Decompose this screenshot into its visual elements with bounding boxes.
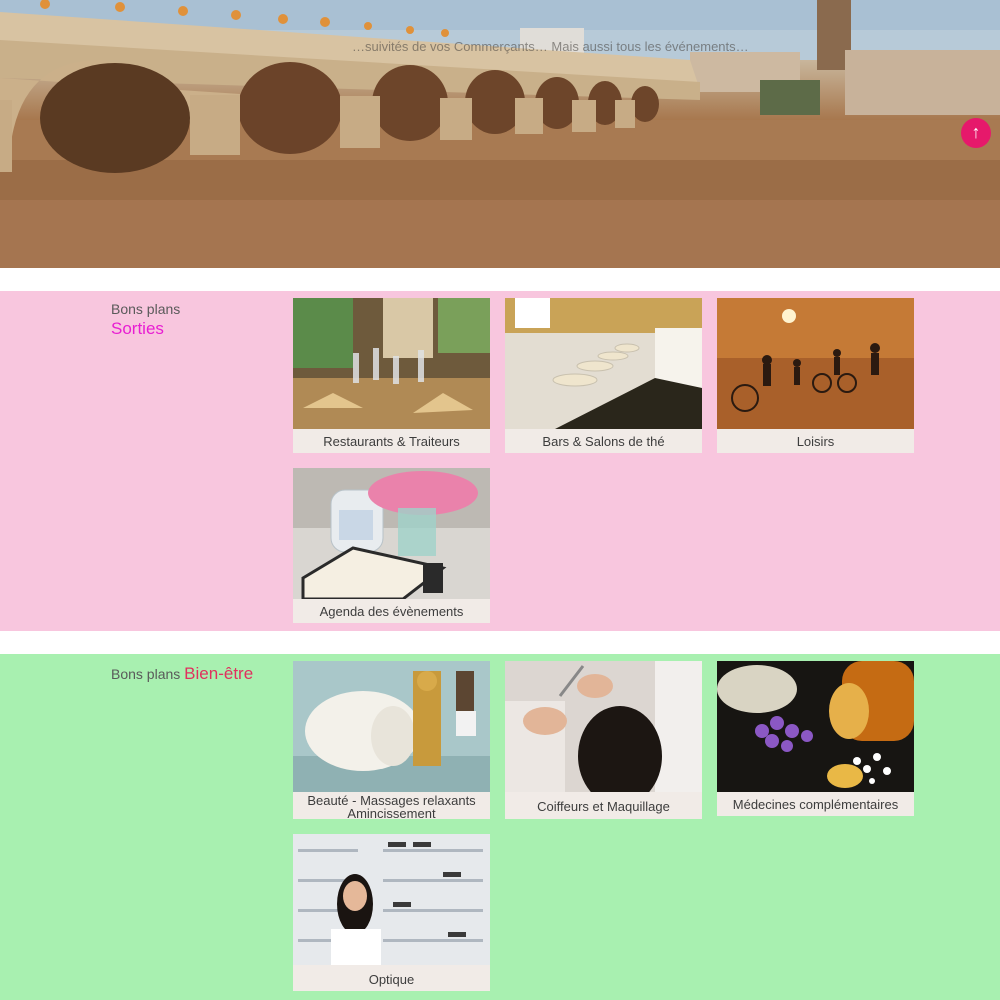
- section-heading: Bons plans Bien-être: [111, 664, 253, 684]
- medicine-image: [717, 661, 914, 792]
- arrow-up-icon: ↑: [971, 122, 981, 142]
- restaurant-image: [293, 298, 490, 429]
- tile-medecines[interactable]: Médecines complémentaires: [717, 661, 914, 816]
- scroll-to-top-button[interactable]: ↑: [961, 118, 991, 148]
- tile-bars[interactable]: Bars & Salons de thé: [505, 298, 702, 453]
- spa-image: [293, 661, 490, 792]
- section-title: Bien-être: [184, 664, 254, 683]
- tile-beaute[interactable]: Beauté - Massages relaxants Amincissemen…: [293, 661, 490, 819]
- section-sorties: Bons plans Sorties Restaurants & Traiteu…: [0, 291, 1000, 631]
- tile-label: Médecines complémentaires: [732, 797, 899, 812]
- tile-label: Bars & Salons de thé: [542, 434, 665, 449]
- tile-optique[interactable]: Optique: [293, 834, 490, 991]
- hairdresser-image: [505, 661, 702, 792]
- tile-label: Coiffeurs et Maquillage: [537, 799, 670, 814]
- tile-agenda[interactable]: Agenda des évènements: [293, 468, 490, 623]
- tile-label: Loisirs: [796, 434, 835, 449]
- section-bien-etre: Bons plans Bien-être Beauté - Massages r…: [0, 654, 1000, 1000]
- tile-restaurants[interactable]: Restaurants & Traiteurs: [293, 298, 490, 453]
- hero-text: …suivités de vos Commerçants… Mais aussi…: [352, 39, 749, 54]
- tile-loisirs[interactable]: Loisirs: [717, 298, 914, 453]
- hero-banner: …suivités de vos Commerçants… Mais aussi…: [0, 0, 1000, 268]
- tile-label: Agenda des évènements: [319, 604, 464, 619]
- agenda-image: [293, 468, 490, 599]
- section-prefix: Bons plans: [111, 666, 181, 682]
- tile-coiffeurs[interactable]: Coiffeurs et Maquillage: [505, 661, 702, 819]
- section-prefix: Bons plans: [111, 301, 181, 317]
- bar-image: [505, 298, 702, 429]
- tile-label: Restaurants & Traiteurs: [323, 434, 460, 449]
- tile-label: Beauté - Massages relaxants Amincissemen…: [307, 793, 476, 819]
- section-title: Sorties: [111, 319, 164, 338]
- section-heading: Bons plans Sorties: [111, 301, 180, 339]
- optician-image: [293, 834, 490, 965]
- tile-label: Optique: [368, 972, 415, 987]
- leisure-image: [717, 298, 914, 429]
